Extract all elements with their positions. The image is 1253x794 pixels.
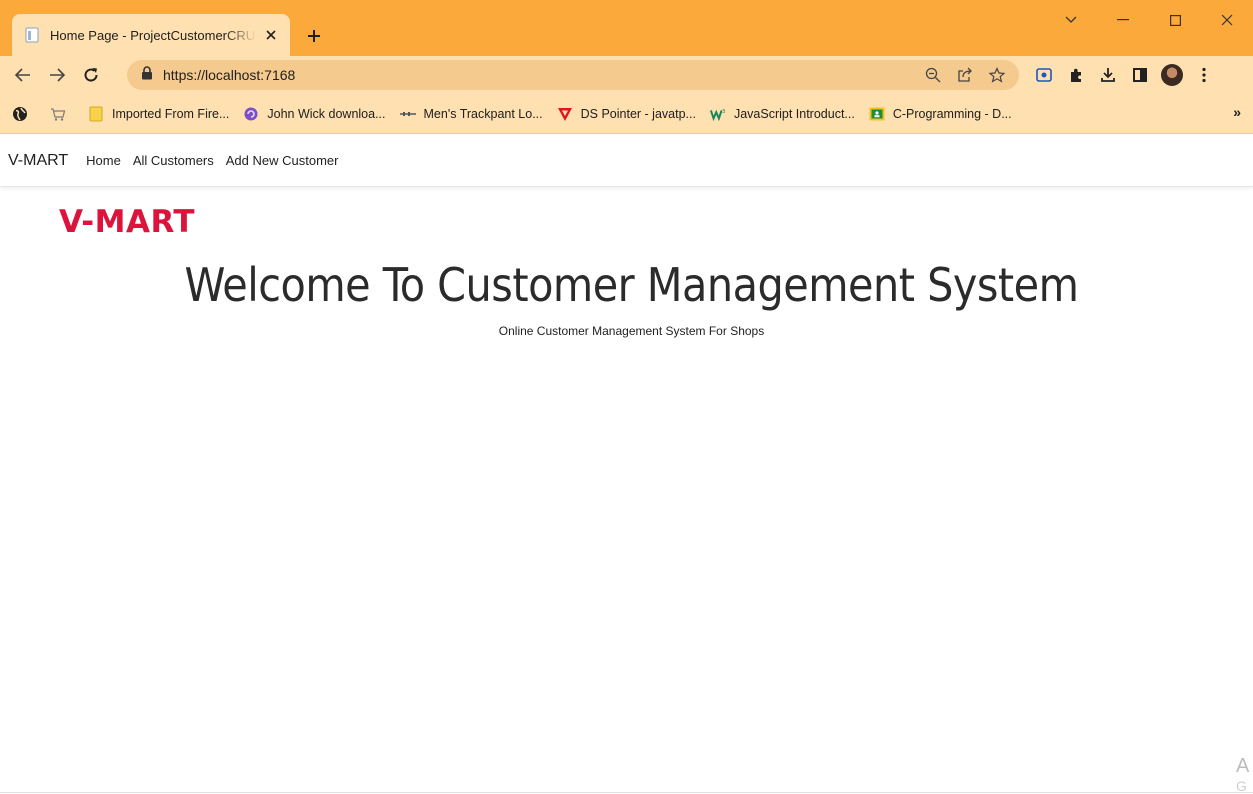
folder-icon	[88, 106, 104, 122]
bookmark-label: JavaScript Introduct...	[733, 106, 855, 121]
new-tab-plus-icon[interactable]	[300, 22, 328, 50]
globe-icon	[12, 106, 28, 122]
page-title: Welcome To Customer Management System	[184, 258, 1079, 312]
menu-kebab-icon[interactable]	[1188, 60, 1220, 90]
tab-title: Home Page - ProjectCustomerCRUD	[50, 27, 256, 43]
browser-titlebar: Home Page - ProjectCustomerCRUD	[0, 0, 1253, 56]
side-panel-icon[interactable]	[1124, 60, 1156, 90]
dash-icon	[399, 106, 416, 122]
w3-icon: 3	[709, 106, 726, 122]
bookmark-label: Men's Trackpant Lo...	[423, 106, 543, 121]
bookmark-label: John Wick downloa...	[267, 106, 386, 121]
bookmark-item-ds-pointer[interactable]: DS Pointer - javatp...	[557, 106, 696, 122]
maximize-icon[interactable]	[1149, 0, 1201, 40]
window-controls	[1045, 0, 1253, 40]
avatar	[1161, 64, 1183, 86]
bookmark-label: C-Programming - D...	[892, 106, 1012, 121]
omnibox-actions	[915, 60, 1011, 90]
navbar-brand[interactable]: V-MART	[8, 152, 68, 170]
download-icon[interactable]	[1092, 60, 1124, 90]
swirl-icon	[243, 106, 259, 122]
address-bar[interactable]	[127, 60, 1019, 90]
bookmark-item-c-programming[interactable]: C-Programming - D...	[869, 106, 1012, 122]
classroom-icon	[869, 106, 885, 122]
bookmark-item-globe[interactable]	[12, 106, 36, 122]
page-favicon-icon	[24, 27, 40, 43]
svg-text:3: 3	[722, 109, 725, 115]
cart-icon	[50, 106, 66, 122]
bookmark-item-trackpant[interactable]: Men's Trackpant Lo...	[399, 106, 543, 122]
browser-tab-active[interactable]: Home Page - ProjectCustomerCRUD	[12, 14, 290, 56]
bookmark-item-john-wick[interactable]: John Wick downloa...	[243, 106, 386, 122]
bookmark-item-cart[interactable]	[50, 106, 74, 122]
forward-arrow-icon[interactable]	[42, 60, 72, 90]
bookmark-item-imported[interactable]: Imported From Fire...	[88, 106, 229, 122]
bookmarks-overflow-button[interactable]: »	[1233, 104, 1241, 120]
bookmark-label: Imported From Fire...	[112, 106, 230, 121]
toolbar-extensions	[1028, 60, 1220, 90]
extensions-puzzle-icon[interactable]	[1060, 60, 1092, 90]
profile-avatar[interactable]	[1156, 60, 1188, 90]
tab-search-chevron-down-icon[interactable]	[1045, 0, 1097, 40]
reload-icon[interactable]	[76, 60, 106, 90]
nav-link-all-customers[interactable]: All Customers	[133, 153, 214, 168]
screen-capture-extension-icon[interactable]	[1028, 60, 1060, 90]
window-close-icon[interactable]	[1201, 0, 1253, 40]
url-input[interactable]	[163, 67, 803, 83]
triangle-icon	[557, 106, 573, 122]
nav-link-home[interactable]: Home	[86, 153, 121, 168]
tab-close-icon[interactable]	[262, 26, 280, 44]
back-arrow-icon[interactable]	[8, 60, 38, 90]
share-icon[interactable]	[951, 61, 979, 89]
minimize-icon[interactable]	[1097, 0, 1149, 40]
zoom-magnifier-icon[interactable]	[919, 61, 947, 89]
nav-link-add-new-customer[interactable]: Add New Customer	[226, 153, 339, 168]
lock-icon[interactable]	[141, 65, 153, 85]
bookmark-star-icon[interactable]	[983, 61, 1011, 89]
bookmark-item-javascript[interactable]: 3 JavaScript Introduct...	[709, 106, 855, 122]
site-logo-heading: V-MART	[59, 204, 196, 240]
bookmark-label: DS Pointer - javatp...	[580, 106, 696, 121]
page-bottom-divider	[0, 792, 1253, 793]
activation-watermark-text: A	[1236, 755, 1250, 777]
site-navbar: V-MART Home All Customers Add New Custom…	[0, 135, 1253, 187]
bookmarks-bar: Imported From Fire... John Wick downloa.…	[0, 94, 1253, 134]
browser-toolbar	[0, 56, 1253, 94]
page-subtitle: Online Customer Management System For Sh…	[498, 324, 765, 338]
